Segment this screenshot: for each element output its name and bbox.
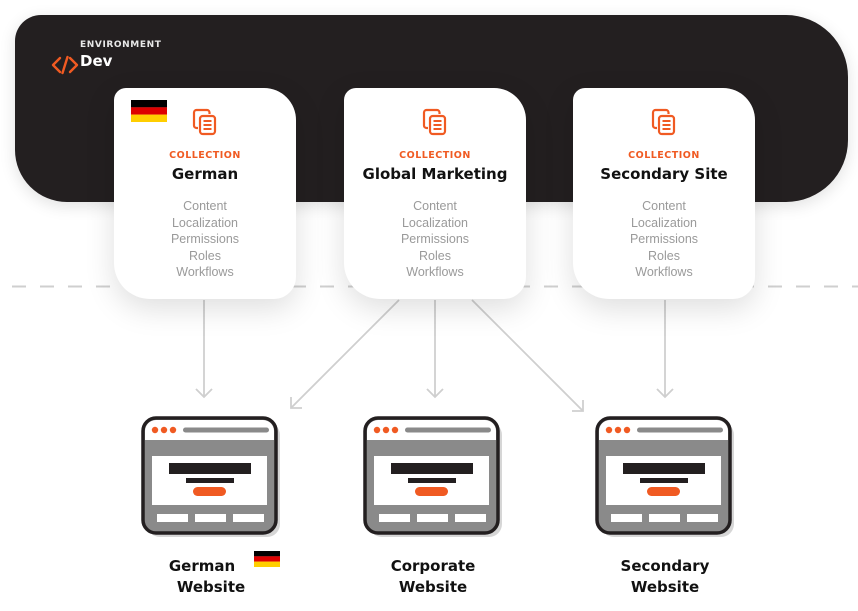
card-feature-list: Content Localization Permissions Roles W… — [344, 198, 526, 281]
germany-flag-icon — [131, 100, 167, 122]
card-kicker: COLLECTION — [169, 150, 241, 161]
card-feature-list: Content Localization Permissions Roles W… — [114, 198, 296, 281]
arrow-secondary-to-secondary-website — [656, 300, 674, 399]
collection-card-german[interactable]: COLLECTION German Content Localization P… — [114, 88, 296, 299]
browser-window-icon[interactable] — [141, 416, 281, 538]
feature-item: Permissions — [400, 232, 470, 246]
website-label-line2: Website — [630, 578, 700, 596]
card-kicker: COLLECTION — [399, 150, 471, 161]
browser-window-icon[interactable] — [595, 416, 735, 538]
website-label-line1: Secondary — [620, 557, 710, 575]
germany-flag-icon — [254, 551, 280, 567]
feature-item: Permissions — [170, 232, 240, 246]
collection-icon — [422, 108, 447, 136]
card-title: Secondary Site — [600, 165, 728, 183]
card-title: German — [171, 165, 239, 183]
card-title: Global Marketing — [362, 165, 508, 183]
feature-item: Workflows — [406, 265, 464, 279]
website-label-secondary: Secondary Website — [585, 556, 745, 598]
arrow-global-to-secondary-website — [471, 299, 584, 412]
website-label-corporate: Corporate Website — [353, 556, 513, 598]
feature-item: Localization — [630, 215, 697, 230]
website-label-line1: Corporate — [390, 557, 476, 575]
feature-item: Content — [183, 199, 227, 213]
feature-item: Content — [413, 199, 457, 213]
feature-item: Workflows — [176, 265, 234, 279]
feature-item: Roles — [419, 248, 451, 263]
card-feature-list: Content Localization Permissions Roles W… — [573, 198, 755, 281]
collection-icon — [651, 108, 676, 136]
collection-card-secondary-site[interactable]: COLLECTION Secondary Site Content Locali… — [573, 88, 755, 299]
collection-icon — [192, 108, 217, 136]
feature-item: Workflows — [635, 265, 693, 279]
feature-item: Roles — [189, 248, 221, 263]
website-label-line2: Website — [398, 578, 468, 596]
feature-item: Permissions — [629, 232, 699, 246]
arrow-german-to-german-website — [195, 300, 213, 399]
feature-item: Localization — [401, 215, 468, 230]
feature-item: Localization — [171, 215, 238, 230]
collection-card-global-marketing[interactable]: COLLECTION Global Marketing Content Loca… — [344, 88, 526, 299]
feature-item: Roles — [648, 248, 680, 263]
card-kicker: COLLECTION — [628, 150, 700, 161]
browser-window-icon[interactable] — [363, 416, 503, 538]
arrow-global-to-corporate-website — [426, 300, 444, 399]
feature-item: Content — [642, 199, 686, 213]
arrow-global-to-german-website — [290, 299, 400, 409]
website-label-line2: Website — [176, 578, 246, 596]
